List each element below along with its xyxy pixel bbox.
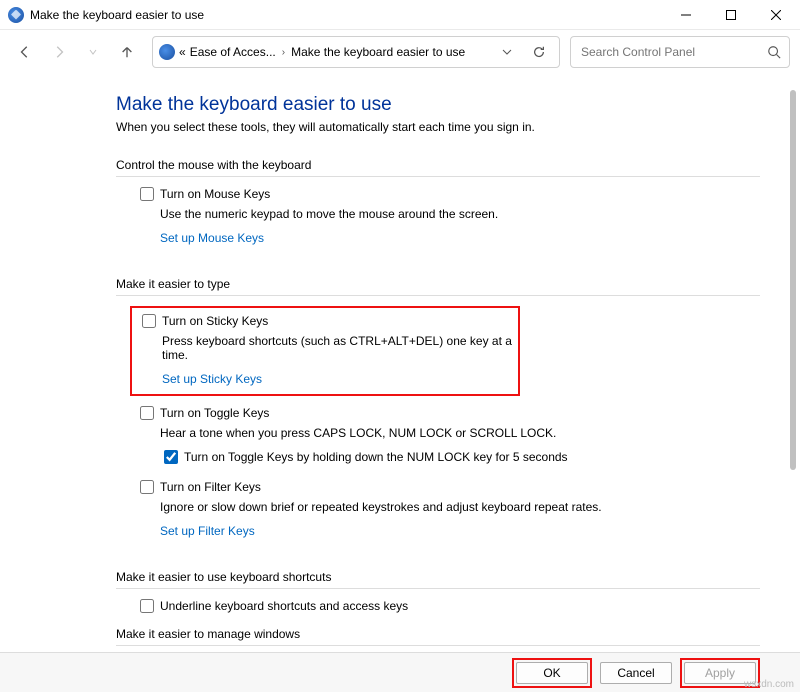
toggle-keys-numlock-checkbox[interactable] xyxy=(164,450,178,464)
breadcrumb-prefix: « xyxy=(179,45,186,59)
divider xyxy=(116,295,760,296)
option-description: Ignore or slow down brief or repeated ke… xyxy=(160,500,760,514)
back-button[interactable] xyxy=(10,37,40,67)
scrollbar-thumb[interactable] xyxy=(790,90,796,470)
section-header: Make it easier to use keyboard shortcuts xyxy=(116,570,760,586)
search-input[interactable] xyxy=(579,44,767,60)
section-type: Make it easier to type Turn on Sticky Ke… xyxy=(116,277,760,556)
cancel-button[interactable]: Cancel xyxy=(600,662,672,684)
toggle-keys-checkbox[interactable] xyxy=(140,406,154,420)
minimize-button[interactable] xyxy=(663,1,708,29)
checkbox-label: Underline keyboard shortcuts and access … xyxy=(160,599,408,613)
window-controls xyxy=(663,1,798,29)
address-bar[interactable]: « Ease of Acces... › Make the keyboard e… xyxy=(152,36,560,68)
main-content: Make the keyboard easier to use When you… xyxy=(0,74,800,652)
divider xyxy=(116,588,760,589)
breadcrumb-item[interactable]: Ease of Acces... xyxy=(190,45,276,59)
checkbox-label: Turn on Sticky Keys xyxy=(162,314,268,328)
title-bar: Make the keyboard easier to use xyxy=(0,0,800,30)
setup-mouse-keys-link[interactable]: Set up Mouse Keys xyxy=(160,231,264,245)
page-title: Make the keyboard easier to use xyxy=(116,94,760,116)
maximize-button[interactable] xyxy=(708,1,753,29)
section-header: Control the mouse with the keyboard xyxy=(116,158,760,174)
window-title: Make the keyboard easier to use xyxy=(30,8,204,22)
forward-button[interactable] xyxy=(44,37,74,67)
page-subtitle: When you select these tools, they will a… xyxy=(116,120,760,134)
section-windows: Make it easier to manage windows xyxy=(116,627,760,646)
checkbox-label: Turn on Filter Keys xyxy=(160,480,261,494)
setup-sticky-keys-link[interactable]: Set up Sticky Keys xyxy=(162,372,262,386)
search-icon xyxy=(767,45,781,59)
checkbox-label: Turn on Toggle Keys by holding down the … xyxy=(184,450,568,464)
up-button[interactable] xyxy=(112,37,142,67)
nav-bar: « Ease of Acces... › Make the keyboard e… xyxy=(0,30,800,74)
address-dropdown[interactable] xyxy=(493,38,521,66)
setup-filter-keys-link[interactable]: Set up Filter Keys xyxy=(160,524,255,538)
section-shortcuts: Make it easier to use keyboard shortcuts… xyxy=(116,570,760,613)
highlight-sticky-keys: Turn on Sticky Keys Press keyboard short… xyxy=(130,306,520,396)
checkbox-label: Turn on Mouse Keys xyxy=(160,187,270,201)
control-panel-icon xyxy=(159,44,175,60)
section-mouse: Control the mouse with the keyboard Turn… xyxy=(116,158,760,263)
option-description: Press keyboard shortcuts (such as CTRL+A… xyxy=(162,334,512,362)
divider xyxy=(116,176,760,177)
sticky-keys-checkbox[interactable] xyxy=(142,314,156,328)
underline-shortcuts-checkbox[interactable] xyxy=(140,599,154,613)
section-header: Make it easier to type xyxy=(116,277,760,293)
highlight-ok: OK xyxy=(512,658,592,688)
footer-bar: OK Cancel Apply xyxy=(0,652,800,692)
checkbox-label: Turn on Toggle Keys xyxy=(160,406,269,420)
close-button[interactable] xyxy=(753,1,798,29)
mouse-keys-checkbox[interactable] xyxy=(140,187,154,201)
search-box[interactable] xyxy=(570,36,790,68)
breadcrumb-item[interactable]: Make the keyboard easier to use xyxy=(291,45,465,59)
option-description: Use the numeric keypad to move the mouse… xyxy=(160,207,760,221)
ok-button[interactable]: OK xyxy=(516,662,588,684)
option-description: Hear a tone when you press CAPS LOCK, NU… xyxy=(160,426,760,440)
chevron-right-icon: › xyxy=(282,47,285,58)
refresh-button[interactable] xyxy=(525,38,553,66)
divider xyxy=(116,645,760,646)
filter-keys-checkbox[interactable] xyxy=(140,480,154,494)
section-header: Make it easier to manage windows xyxy=(116,627,760,643)
watermark: wsxdn.com xyxy=(744,679,794,690)
recent-dropdown[interactable] xyxy=(78,37,108,67)
control-panel-icon xyxy=(8,7,24,23)
